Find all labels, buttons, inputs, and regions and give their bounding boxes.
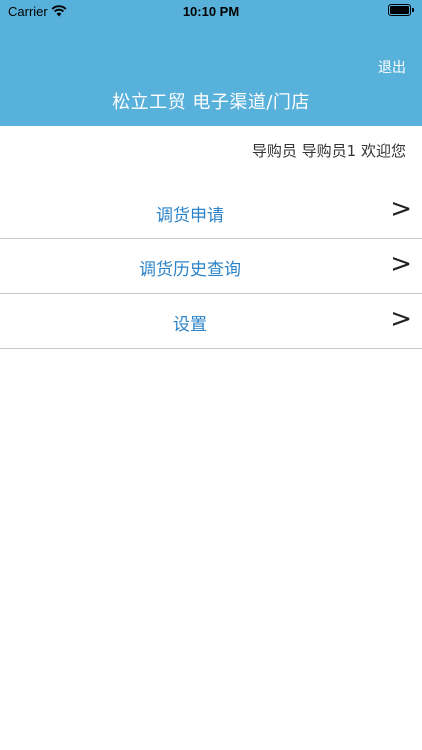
logout-button[interactable]: 退出 [378,57,406,77]
menu-item-label: 设置 [173,315,207,335]
chevron-right-icon: > [390,304,412,334]
page-title: 松立工贸 电子渠道/门店 [112,92,310,113]
menu-item-transfer-history[interactable]: 调货历史查询 > [0,239,422,294]
menu-list: 调货申请 > 调货历史查询 > 设置 > [0,184,422,349]
menu-item-label: 调货历史查询 [139,260,241,280]
welcome-message: 导购员 导购员1 欢迎您 [251,142,406,160]
chevron-right-icon: > [390,194,412,224]
menu-item-transfer-request[interactable]: 调货申请 > [0,184,422,239]
chevron-right-icon: > [390,249,412,279]
menu-item-label: 调货申请 [156,206,224,226]
header-bar: Carrier 10:10 PM 退出 松立工贸 电子渠道/门店 [0,0,422,126]
menu-item-settings[interactable]: 设置 > [0,294,422,349]
battery-icon [388,4,414,17]
clock-time: 10:10 PM [182,4,240,19]
status-bar: Carrier 10:10 PM [0,0,422,24]
